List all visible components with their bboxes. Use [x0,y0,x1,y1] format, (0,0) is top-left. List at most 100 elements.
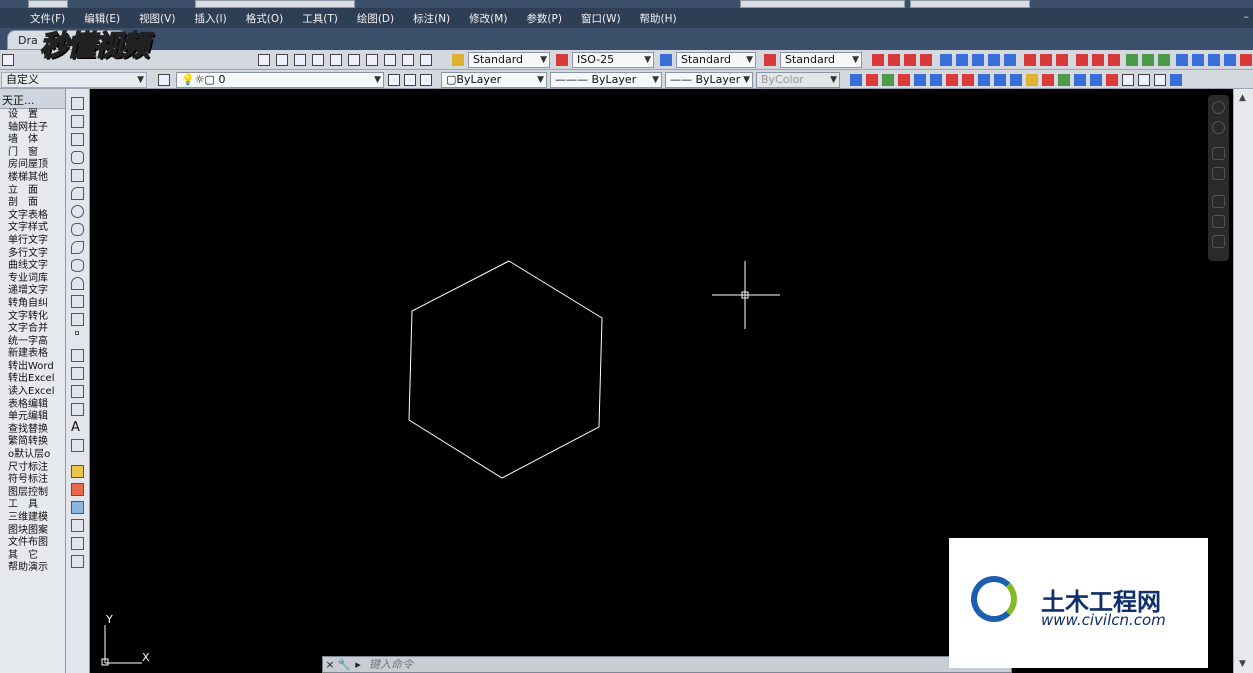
palette-item[interactable]: 文字表格 [0,210,65,223]
palette-item[interactable]: 单元编辑 [0,411,65,424]
steering-wheel-icon[interactable] [1212,101,1225,114]
tianzheng-tool-icon[interactable] [1042,74,1054,86]
scroll-down-icon[interactable]: ▼ [1239,659,1246,669]
insert-block-icon[interactable] [71,295,84,308]
line-icon[interactable] [71,97,84,110]
menu-tools[interactable]: 工具(T) [302,11,338,26]
tianzheng-tool-icon[interactable] [1142,54,1154,66]
tianzheng-tool-icon[interactable] [1208,54,1220,66]
tianzheng-tool-icon[interactable] [1138,74,1150,86]
layer-select[interactable]: 💡☼▢ 0 ▼ [176,72,384,88]
tianzheng-tool-icon[interactable] [978,74,990,86]
workspace-select[interactable]: 自定义 ▼ [1,72,147,88]
sheet-set-icon[interactable] [384,54,396,66]
make-block-icon[interactable] [71,313,84,326]
circle-icon[interactable] [71,205,84,218]
tianzheng-tool-icon[interactable] [1106,74,1118,86]
palette-item[interactable]: 转出Word [0,361,65,374]
dim-continue-icon[interactable] [1004,54,1016,66]
tianzheng-tool-icon[interactable] [850,74,862,86]
palette-item[interactable]: 专业词库 [0,273,65,286]
point-icon[interactable] [75,331,79,335]
new-file-icon[interactable] [2,54,14,66]
close-icon[interactable]: × [323,658,337,671]
palette-item[interactable]: 表格编辑 [0,399,65,412]
tianzheng-tool-icon[interactable] [1092,54,1104,66]
tianzheng-tool-icon[interactable] [1122,74,1134,86]
scroll-up-icon[interactable]: ▲ [1239,93,1246,103]
showmotion-icon[interactable] [1212,215,1225,228]
tianzheng-tool-icon[interactable] [946,74,958,86]
markup-icon[interactable] [402,54,414,66]
palette-item[interactable]: 查找替换 [0,424,65,437]
tianzheng-tool-icon[interactable] [1170,74,1182,86]
zoom-icon[interactable] [276,54,288,66]
palette-item[interactable]: 文字样式 [0,222,65,235]
layer-isolate-icon[interactable] [420,74,432,86]
palette-item[interactable]: 统一字高 [0,336,65,349]
hexagon-shape[interactable] [408,260,603,479]
tool-palette-icon[interactable] [366,54,378,66]
tianzheng-tool-icon[interactable] [71,519,84,532]
design-center-icon[interactable] [348,54,360,66]
menu-modify[interactable]: 修改(M) [469,11,507,26]
rectangle-icon[interactable] [71,169,84,182]
text-style-select[interactable]: Standard ▼ [468,52,550,68]
palette-item[interactable]: 工 具 [0,499,65,512]
wrench-icon[interactable]: 🔧 [337,658,351,671]
region-icon[interactable] [71,385,84,398]
view-cube-icon[interactable] [1212,121,1225,134]
dim-arc-icon[interactable] [904,54,916,66]
palette-item[interactable]: 文字转化 [0,311,65,324]
dim-ordinate-icon[interactable] [920,54,932,66]
dim-diameter-icon[interactable] [956,54,968,66]
tianzheng-tool-icon[interactable] [1158,54,1170,66]
dim-aligned-icon[interactable] [888,54,900,66]
tianzheng-tool-icon[interactable] [1224,54,1236,66]
palette-header[interactable]: 天正... [0,89,65,109]
palette-item[interactable]: 文件布图 [0,537,65,550]
zoom-previous-icon[interactable] [312,54,324,66]
menu-format[interactable]: 格式(O) [246,11,283,26]
table-style-select[interactable]: Standard ▼ [676,52,756,68]
palette-item[interactable]: 单行文字 [0,235,65,248]
palette-item[interactable]: 繁简转换 [0,436,65,449]
color-select[interactable]: ▢ByLayer ▼ [441,72,547,88]
tianzheng-tool-icon[interactable] [71,555,84,568]
lineweight-select[interactable]: —— ByLayer ▼ [665,72,753,88]
command-prompt-icon[interactable]: ▸ [351,658,365,671]
tianzheng-tool-icon[interactable] [1108,54,1120,66]
palette-item[interactable]: 设 置 [0,109,65,122]
tianzheng-tool-icon[interactable] [1192,54,1204,66]
dim-angular-icon[interactable] [972,54,984,66]
gradient-icon[interactable] [71,367,84,380]
navbar-menu-icon[interactable] [1212,235,1225,248]
menu-parametric[interactable]: 参数(P) [526,11,562,26]
tianzheng-tool-icon[interactable] [71,483,84,496]
tianzheng-tool-icon[interactable] [866,74,878,86]
palette-item[interactable]: 转角自纠 [0,298,65,311]
palette-item[interactable]: 新建表格 [0,348,65,361]
palette-item[interactable]: 轴网柱子 [0,122,65,135]
tianzheng-tool-icon[interactable] [71,501,84,514]
command-input[interactable] [365,658,1011,671]
minimize-button[interactable]: – [1244,10,1250,23]
tianzheng-tool-icon[interactable] [71,537,84,550]
palette-item[interactable]: 墙 体 [0,134,65,147]
orbit-icon[interactable] [1212,195,1225,208]
make-current-layer-icon[interactable] [388,74,400,86]
tianzheng-tool-icon[interactable] [914,74,926,86]
palette-item[interactable]: 符号标注 [0,474,65,487]
tianzheng-tool-icon[interactable] [1076,54,1088,66]
menu-help[interactable]: 帮助(H) [640,11,677,26]
tianzheng-tool-icon[interactable] [71,465,84,478]
tianzheng-tool-icon[interactable] [1024,54,1036,66]
add-selected-icon[interactable] [71,439,84,452]
tianzheng-tool-icon[interactable] [1240,54,1252,66]
calculator-icon[interactable] [420,54,432,66]
palette-item[interactable]: 转出Excel [0,373,65,386]
palette-item[interactable]: 其 它 [0,550,65,563]
palette-item[interactable]: 图块图案 [0,525,65,538]
tianzheng-tool-icon[interactable] [1074,74,1086,86]
polyline-icon[interactable] [71,133,84,146]
